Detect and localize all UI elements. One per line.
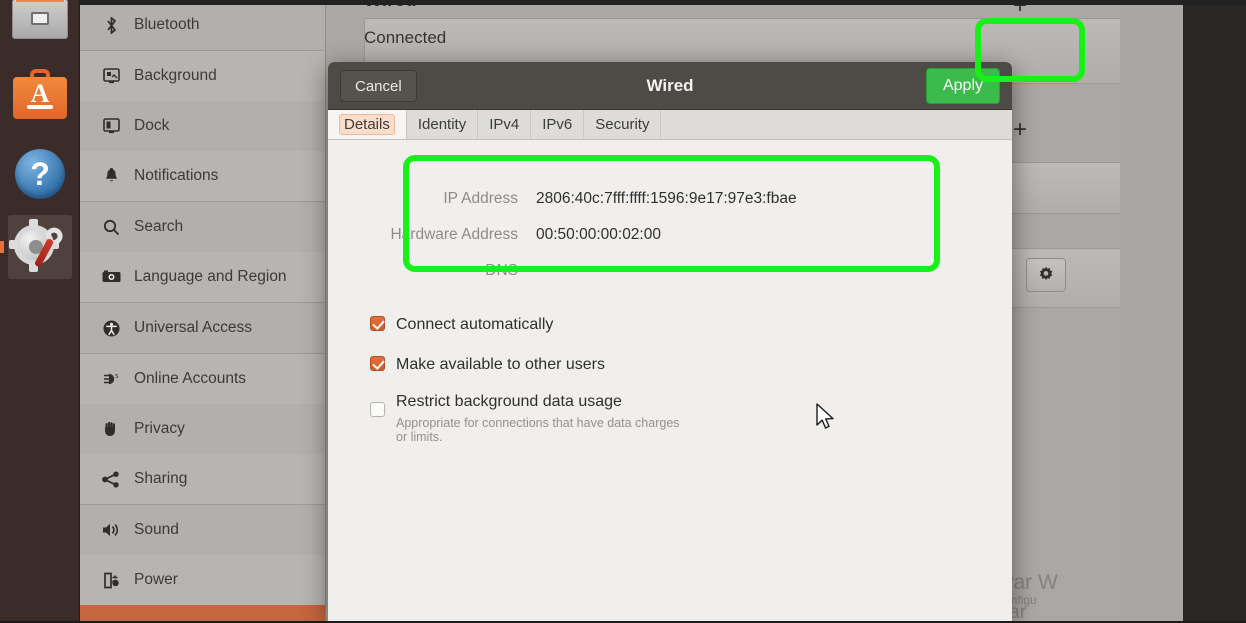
option-connect-automatically[interactable]: Connect automatically bbox=[370, 316, 553, 334]
sidebar-item-sound[interactable]: Sound bbox=[80, 505, 325, 555]
sidebar-item-label: Dock bbox=[134, 117, 170, 134]
sidebar-item-label: Online Accounts bbox=[134, 370, 247, 387]
launcher-files-button[interactable] bbox=[8, 0, 72, 48]
window-top-edge bbox=[80, 0, 1246, 5]
background-icon bbox=[98, 68, 124, 84]
launcher-settings-button[interactable] bbox=[0, 215, 72, 279]
tab-label: IPv4 bbox=[489, 116, 520, 133]
screen: Bluetooth Background Dock Notifications … bbox=[0, 0, 1246, 623]
svg-text:s: s bbox=[115, 373, 119, 380]
sidebar-item-sharing[interactable]: Sharing bbox=[80, 454, 325, 504]
help-icon: ? bbox=[15, 149, 65, 199]
sidebar-item-label: Power bbox=[134, 571, 178, 588]
tab-label: Security bbox=[595, 116, 650, 133]
hand-icon bbox=[98, 421, 124, 437]
tab-security[interactable]: Security bbox=[584, 110, 662, 139]
cancel-button[interactable]: Cancel bbox=[340, 70, 417, 102]
wired-connection-dialog: Cancel Wired Apply Details Identity IPv4… bbox=[328, 62, 1012, 623]
tabbar-filler bbox=[661, 110, 1012, 139]
speaker-icon bbox=[98, 522, 124, 538]
sidebar-item-background[interactable]: Background bbox=[80, 51, 325, 101]
checkbox-make-available[interactable] bbox=[370, 356, 385, 371]
settings-icon bbox=[9, 219, 68, 273]
tab-ipv6[interactable]: IPv6 bbox=[531, 110, 585, 139]
sidebar-item-label: Background bbox=[134, 67, 217, 84]
detail-value: 00:50:00:00:02:00 bbox=[536, 226, 661, 243]
share-icon bbox=[98, 471, 124, 488]
detail-label: Hardware Address bbox=[390, 226, 518, 243]
option-restrict-background-data-usage[interactable]: Restrict background data usage Appropria… bbox=[370, 393, 688, 444]
detail-row-ip-address: IP Address 2806:40c:7fff:ffff:1596:9e17:… bbox=[354, 190, 954, 226]
sidebar-item-search[interactable]: Search bbox=[80, 202, 325, 252]
apply-button[interactable]: Apply bbox=[925, 68, 1000, 104]
sidebar-item-label: Privacy bbox=[134, 420, 185, 437]
tab-ipv4[interactable]: IPv4 bbox=[478, 110, 532, 139]
option-label: Connect automatically bbox=[396, 316, 554, 333]
sidebar-item-dock[interactable]: Dock bbox=[80, 101, 325, 151]
sidebar-item-power[interactable]: Power bbox=[80, 555, 325, 605]
sidebar-item-universal-access[interactable]: Universal Access bbox=[80, 303, 325, 353]
option-description: Appropriate for connections that have da… bbox=[396, 416, 680, 444]
dialog-title: Wired bbox=[646, 75, 694, 95]
detail-value: 2806:40c:7fff:ffff:1596:9e17:97e3:fbae bbox=[536, 190, 797, 207]
detail-label: IP Address bbox=[443, 190, 518, 207]
sidebar-item-label: Bluetooth bbox=[134, 16, 200, 33]
dock-icon bbox=[98, 118, 124, 134]
tab-label: Details bbox=[339, 114, 395, 135]
bluetooth-icon bbox=[98, 16, 124, 34]
unity-launcher: A ? bbox=[0, 0, 80, 623]
settings-right-margin bbox=[1120, 0, 1183, 623]
second-gear-button[interactable] bbox=[1026, 258, 1066, 292]
dialog-titlebar: Cancel Wired Apply bbox=[328, 62, 1012, 110]
sidebar-item-bluetooth[interactable]: Bluetooth bbox=[80, 0, 325, 50]
sidebar-item-privacy[interactable]: Privacy bbox=[80, 404, 325, 454]
add-connection-button-second[interactable]: + bbox=[1013, 116, 1027, 144]
detail-label: DNS bbox=[485, 262, 518, 279]
sidebar-item-notifications[interactable]: Notifications bbox=[80, 151, 325, 201]
tab-identity[interactable]: Identity bbox=[406, 110, 479, 139]
power-icon bbox=[98, 572, 124, 589]
launcher-ubuntu-software-button[interactable]: A bbox=[8, 62, 72, 126]
search-icon bbox=[98, 219, 124, 236]
dialog-tabbar: Details Identity IPv4 IPv6 Security bbox=[328, 110, 1012, 140]
online-accounts-icon: s bbox=[98, 371, 124, 387]
tab-label: IPv6 bbox=[542, 116, 573, 133]
ubuntu-software-icon: A bbox=[13, 69, 67, 119]
sidebar-item-label: Notifications bbox=[134, 167, 219, 184]
checkbox-restrict-background-data[interactable] bbox=[370, 402, 385, 417]
bell-icon bbox=[98, 167, 124, 185]
tab-details[interactable]: Details bbox=[328, 110, 407, 139]
sidebar-item-label: Search bbox=[134, 218, 184, 235]
accessibility-icon bbox=[98, 320, 124, 337]
mouse-cursor bbox=[816, 403, 834, 429]
detail-row-hardware-address: Hardware Address 00:50:00:00:02:00 bbox=[354, 226, 954, 262]
sidebar-item-label: Language and Region bbox=[134, 268, 287, 285]
option-label: Restrict background data usage bbox=[396, 393, 622, 410]
connection-details-list: IP Address 2806:40c:7fff:ffff:1596:9e17:… bbox=[354, 190, 954, 298]
option-make-available-to-other-users[interactable]: Make available to other users bbox=[370, 356, 605, 374]
launcher-help-button[interactable]: ? bbox=[8, 142, 72, 206]
checkbox-connect-automatically[interactable] bbox=[370, 316, 385, 331]
settings-sidebar: Bluetooth Background Dock Notifications … bbox=[80, 0, 326, 623]
sidebar-item-label: Sharing bbox=[134, 470, 188, 487]
language-icon bbox=[98, 270, 124, 284]
tab-label: Identity bbox=[417, 116, 467, 133]
files-icon bbox=[12, 0, 68, 39]
sidebar-item-online-accounts[interactable]: s Online Accounts bbox=[80, 354, 325, 404]
connection-status-label: Connected bbox=[364, 28, 447, 47]
detail-row-dns: DNS bbox=[354, 262, 954, 298]
sidebar-item-label: Sound bbox=[134, 521, 179, 538]
sidebar-item-label: Universal Access bbox=[134, 319, 253, 336]
gear-icon bbox=[1039, 266, 1053, 281]
option-label: Make available to other users bbox=[396, 356, 605, 373]
dialog-body: IP Address 2806:40c:7fff:ffff:1596:9e17:… bbox=[328, 140, 1012, 623]
sidebar-item-language-and-region[interactable]: Language and Region bbox=[80, 252, 325, 302]
